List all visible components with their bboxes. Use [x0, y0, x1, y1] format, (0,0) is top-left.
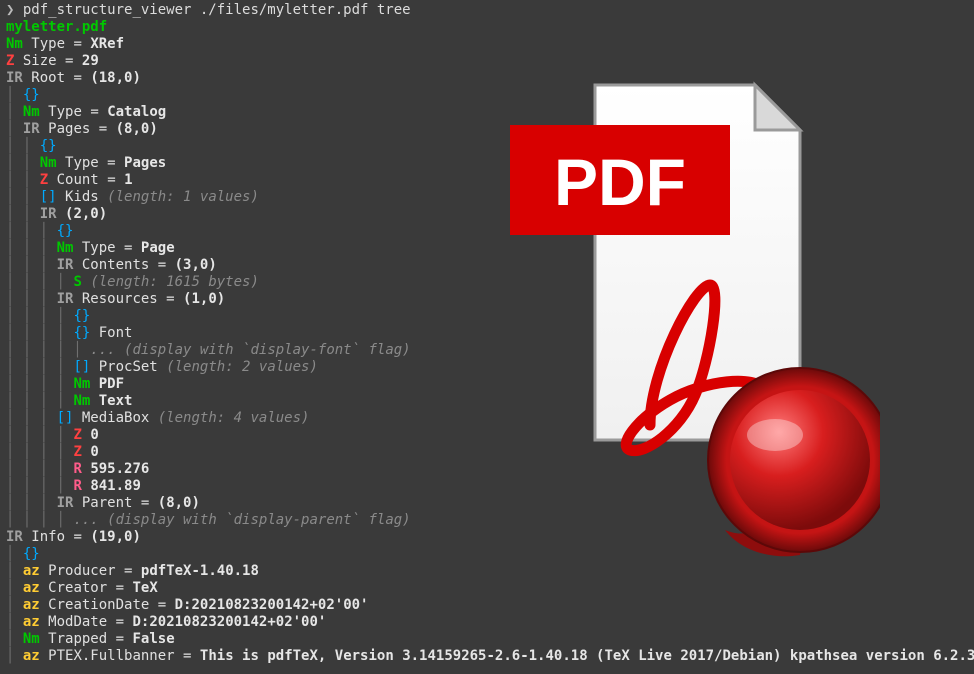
- tag-nm: Nm: [6, 36, 23, 52]
- prompt-symbol: ❯: [6, 2, 14, 18]
- tag-z: Z: [6, 53, 14, 69]
- tag-ir: IR: [6, 70, 23, 86]
- brace-icon: {}: [23, 87, 40, 103]
- tag-az: az: [23, 563, 40, 579]
- tag-real: R: [73, 461, 81, 477]
- filename: myletter.pdf: [6, 19, 107, 35]
- command-line: ❯ pdf_structure_viewer ./files/myletter.…: [6, 2, 968, 19]
- command-text: pdf_structure_viewer ./files/myletter.pd…: [23, 2, 411, 18]
- terminal-output: ❯ pdf_structure_viewer ./files/myletter.…: [0, 0, 974, 667]
- tag-stream: S: [73, 274, 81, 290]
